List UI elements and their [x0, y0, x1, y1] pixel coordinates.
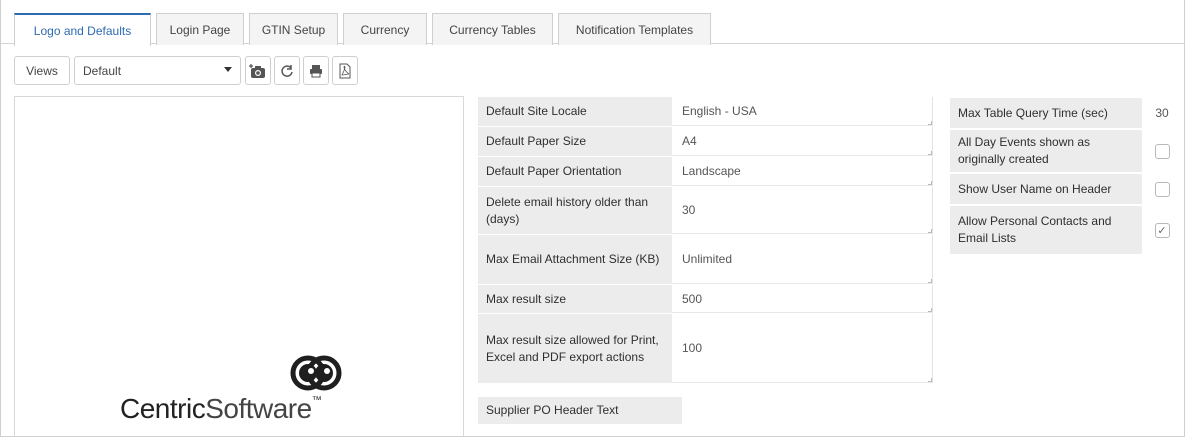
setting-label: All Day Events shown as originally creat… [950, 130, 1142, 172]
property-row: Delete email history older than (days) 3… [478, 187, 933, 235]
property-row: Supplier PO Header Text [478, 397, 682, 425]
views-selected-value: Default [83, 63, 122, 78]
setting-label: Show User Name on Header [950, 174, 1142, 204]
property-value[interactable]: 100 [672, 314, 933, 383]
property-label: Max Email Attachment Size (KB) [478, 235, 672, 284]
property-label: Default Paper Orientation [478, 157, 672, 186]
pdf-icon[interactable] [332, 56, 358, 85]
setting-row: Allow Personal Contacts and Email Lists … [950, 206, 1182, 254]
setting-row: All Day Events shown as originally creat… [950, 130, 1182, 172]
setting-value: ✓ [1142, 206, 1182, 254]
property-label: Max result size [478, 285, 672, 313]
property-value[interactable]: Landscape [672, 157, 933, 186]
snapshot-icon[interactable] [245, 56, 271, 85]
property-row: Default Paper Size A4 [478, 127, 933, 157]
property-label: Default Site Locale [478, 97, 672, 126]
logo-trademark: ™ [311, 395, 322, 406]
tab-label: Logo and Defaults [33, 23, 132, 38]
tab-label: GTIN Setup [261, 22, 326, 37]
property-label: Default Paper Size [478, 127, 672, 156]
chevron-down-icon [224, 67, 232, 72]
tab-label: Currency [360, 22, 410, 37]
logo-brand-bold: Centric [120, 393, 206, 424]
tab-gtin-setup[interactable]: GTIN Setup [249, 13, 338, 45]
tab-label: Login Page [169, 22, 231, 37]
centric-logo-icon [290, 355, 342, 394]
tab-notification-templates[interactable]: Notification Templates [558, 13, 711, 45]
views-button[interactable]: Views [14, 56, 70, 85]
property-value[interactable]: 30 [672, 187, 933, 234]
property-value[interactable]: A4 [672, 127, 933, 156]
setting-row: Max Table Query Time (sec) 30 [950, 98, 1182, 128]
property-value[interactable]: English - USA [672, 97, 933, 126]
tab-login-page[interactable]: Login Page [156, 13, 244, 45]
property-value[interactable]: Unlimited [672, 235, 933, 284]
property-row: Default Site Locale English - USA [478, 97, 933, 127]
tab-logo-and-defaults[interactable]: Logo and Defaults [14, 13, 151, 46]
property-row: Max result size allowed for Print, Excel… [478, 314, 933, 384]
toolbar: Views Default [0, 56, 1185, 86]
property-label: Max result size allowed for Print, Excel… [478, 314, 672, 383]
refresh-icon[interactable] [274, 56, 300, 85]
views-label: Views [26, 63, 58, 78]
property-value[interactable]: 500 [672, 285, 933, 313]
setting-label: Max Table Query Time (sec) [950, 98, 1142, 128]
print-icon[interactable] [303, 56, 329, 85]
tab-label: Notification Templates [575, 22, 694, 37]
logo-panel [14, 96, 464, 437]
tab-currency-tables[interactable]: Currency Tables [432, 13, 553, 45]
setting-label: Allow Personal Contacts and Email Lists [950, 206, 1142, 254]
logo-brand-light: Software [205, 393, 312, 424]
allow-personal-contacts-checkbox[interactable]: ✓ [1154, 222, 1170, 238]
setting-value[interactable]: 30 [1142, 98, 1182, 128]
tab-label: Currency Tables [449, 22, 536, 37]
property-row: Max result size 500 [478, 285, 933, 314]
property-label: Supplier PO Header Text [478, 397, 682, 424]
setting-row: Show User Name on Header [950, 174, 1182, 204]
property-row: Default Paper Orientation Landscape [478, 157, 933, 187]
centric-software-logo: CentricSoftware™ [120, 393, 322, 425]
views-select[interactable]: Default [74, 56, 241, 85]
all-day-events-checkbox[interactable] [1154, 143, 1170, 159]
setting-value [1142, 130, 1182, 172]
property-label: Delete email history older than (days) [478, 187, 672, 234]
show-user-name-checkbox[interactable] [1154, 181, 1170, 197]
tab-currency[interactable]: Currency [343, 13, 427, 45]
property-row: Max Email Attachment Size (KB) Unlimited [478, 235, 933, 285]
setting-value [1142, 174, 1182, 204]
check-icon: ✓ [1157, 224, 1167, 237]
tab-bar: Logo and Defaults Login Page GTIN Setup … [0, 0, 1185, 46]
